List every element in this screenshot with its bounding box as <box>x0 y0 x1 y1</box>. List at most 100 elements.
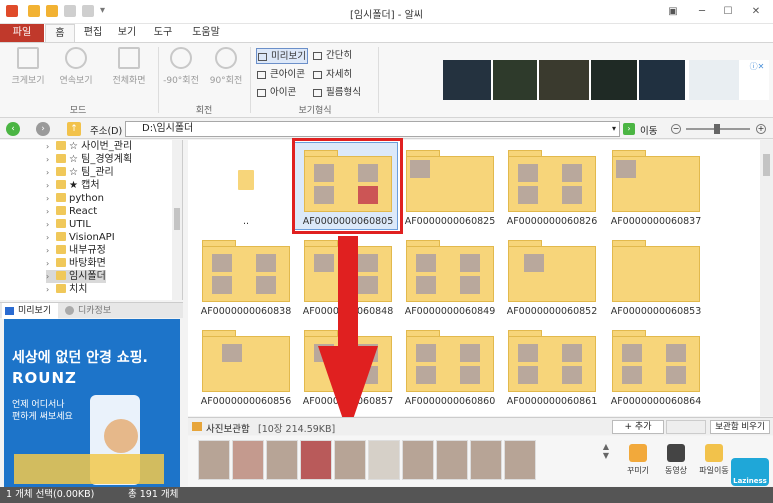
tab-camera-info[interactable]: 디카정보 <box>62 303 122 319</box>
tree-item[interactable]: › ☆ 팀_경영계획 <box>46 153 132 166</box>
expand-arrow-icon[interactable]: › <box>46 244 56 257</box>
tray-label: 사진보관함 <box>206 424 250 435</box>
forward-icon[interactable]: › <box>36 122 50 136</box>
minimize-button[interactable]: ─ <box>696 6 708 17</box>
expand-arrow-icon[interactable]: › <box>46 166 56 179</box>
info-icon <box>65 306 74 315</box>
tab-view[interactable]: 보기 <box>112 24 142 42</box>
address-field[interactable]: D:\임시폴더 ▾ <box>125 121 620 137</box>
slideshow-button[interactable]: 연속보기 <box>54 47 98 86</box>
side-ad[interactable]: 세상에 없던 안경 쇼핑. ROUNZ 언제 어디서나 편하게 써보세요 <box>4 319 180 487</box>
folder-tile[interactable]: AF0000000060864 <box>606 326 701 414</box>
expand-arrow-icon[interactable]: › <box>46 270 56 283</box>
parent-folder-tile[interactable]: .. <box>196 146 288 234</box>
tree-item[interactable]: › ☆ 팀_관리 <box>46 166 114 179</box>
close-button[interactable]: ✕ <box>750 6 762 17</box>
folder-icon <box>56 180 66 189</box>
tray-thumbnail[interactable] <box>198 440 230 480</box>
folder-tile[interactable]: AF0000000060860 <box>400 326 495 414</box>
grid-scrollbar[interactable] <box>760 140 773 416</box>
tray-thumbnail[interactable] <box>300 440 332 480</box>
tray-thumbnail[interactable] <box>368 440 400 480</box>
photo-tray: ▲ ▼ 꾸미기 동영상 파일이동 Laziness <box>188 436 773 486</box>
tab-file[interactable]: 파일 <box>0 24 44 42</box>
view-simple-option[interactable]: 간단히 <box>312 48 372 64</box>
tree-item[interactable]: › UTIL <box>46 218 91 231</box>
tab-help[interactable]: 도움말 <box>186 24 226 42</box>
expand-arrow-icon[interactable]: › <box>46 179 56 192</box>
tray-thumbnail[interactable] <box>436 440 468 480</box>
view-preview-option[interactable]: 미리보기 <box>256 48 308 64</box>
tab-home[interactable]: 홈 <box>45 24 75 42</box>
tree-scrollbar[interactable] <box>172 140 182 300</box>
expand-arrow-icon[interactable]: › <box>46 205 56 218</box>
view-film-option[interactable]: 필름형식 <box>312 85 374 101</box>
zoom-in-icon[interactable]: + <box>756 124 766 134</box>
view-large-icons-option[interactable]: 큰아이콘 <box>256 67 312 83</box>
tree-item[interactable]: › 내부규정 <box>46 244 106 257</box>
folder-tile[interactable]: AF0000000060856 <box>196 326 291 414</box>
expand-arrow-icon[interactable]: › <box>46 257 56 270</box>
tree-item[interactable]: › React <box>46 205 97 218</box>
go-button[interactable]: 이동 <box>640 123 657 137</box>
tray-clear-button[interactable]: 보관함 비우기 <box>710 420 770 434</box>
expand-arrow-icon[interactable]: › <box>46 283 56 296</box>
ad-info-icon[interactable]: ⓘ✕ <box>747 60 767 100</box>
chevron-down-icon[interactable]: ▾ <box>612 122 616 136</box>
folder-tile[interactable]: AF0000000060826 <box>502 146 597 234</box>
folder-tile[interactable]: AF0000000060849 <box>400 236 495 324</box>
view-details-option[interactable]: 자세히 <box>312 67 372 83</box>
thumbnail <box>666 366 686 384</box>
thumbnail <box>256 254 276 272</box>
tab-edit[interactable]: 편집 <box>78 24 108 42</box>
go-arrow-icon[interactable]: › <box>623 123 635 135</box>
move-file-button[interactable]: 파일이동 <box>696 444 732 476</box>
rotate-right-button[interactable]: 90°회전 <box>206 47 246 86</box>
annotation-arrow <box>318 236 378 434</box>
decorate-button[interactable]: 꾸미기 <box>620 444 656 476</box>
expand-arrow-icon[interactable]: › <box>46 192 56 205</box>
tray-scroll-arrows-icon[interactable]: ▲ ▼ <box>601 442 611 480</box>
folder-tile[interactable]: AF0000000060838 <box>196 236 291 324</box>
tray-thumbnail[interactable] <box>504 440 536 480</box>
grid-scroll-thumb[interactable] <box>763 154 770 176</box>
zoom-out-icon[interactable]: − <box>671 124 681 134</box>
view-icons-option[interactable]: 아이콘 <box>256 85 308 101</box>
tray-thumbnail[interactable] <box>266 440 298 480</box>
maximize-button[interactable]: ☐ <box>722 6 734 17</box>
tab-preview[interactable]: 미리보기 <box>2 303 58 319</box>
ribbon-ad-banner[interactable]: ⓘ✕ <box>443 60 769 100</box>
fullscreen-button[interactable]: 전체화면 <box>104 47 154 86</box>
tray-add-button[interactable]: + 추가 <box>612 420 664 434</box>
folder-tile[interactable]: AF0000000060852 <box>502 236 597 324</box>
tree-item[interactable]: › ★ 캡처 <box>46 179 100 192</box>
back-icon[interactable]: ‹ <box>6 122 20 136</box>
tray-thumbnail[interactable] <box>232 440 264 480</box>
tray-remove-button[interactable] <box>666 420 706 434</box>
zoom-slider-handle[interactable] <box>714 124 720 134</box>
folder-tile[interactable]: AF0000000060837 <box>606 146 701 234</box>
rotate-left-button[interactable]: -90°회전 <box>160 47 202 86</box>
expand-arrow-icon[interactable]: › <box>46 153 56 166</box>
restore-icon[interactable]: ▣ <box>667 6 679 17</box>
expand-arrow-icon[interactable]: › <box>46 231 56 244</box>
up-folder-icon[interactable]: ↑ <box>67 122 81 136</box>
expand-arrow-icon[interactable]: › <box>46 140 56 153</box>
folder-tile[interactable]: AF0000000060853 <box>606 236 701 324</box>
tab-tools[interactable]: 도구 <box>148 24 178 42</box>
large-view-button[interactable]: 크게보기 <box>6 47 50 86</box>
tray-thumbnail[interactable] <box>334 440 366 480</box>
tree-item[interactable]: › VisionAPI <box>46 231 115 244</box>
tree-item[interactable]: › 치치 <box>46 283 87 296</box>
expand-arrow-icon[interactable]: › <box>46 218 56 231</box>
tree-item[interactable]: › ☆ 사이번_관리 <box>46 140 132 153</box>
tray-thumbnail[interactable] <box>470 440 502 480</box>
video-button[interactable]: 동영상 <box>658 444 694 476</box>
tree-item[interactable]: › python <box>46 192 104 205</box>
tree-item[interactable]: › 바탕화면 <box>46 257 106 270</box>
tray-thumbnail[interactable] <box>402 440 434 480</box>
tree-item-selected[interactable]: › 임시폴더 <box>46 270 106 283</box>
folder-tile[interactable]: AF0000000060825 <box>400 146 495 234</box>
folder-tile[interactable]: AF0000000060861 <box>502 326 597 414</box>
tree-scroll-thumb[interactable] <box>174 208 180 230</box>
